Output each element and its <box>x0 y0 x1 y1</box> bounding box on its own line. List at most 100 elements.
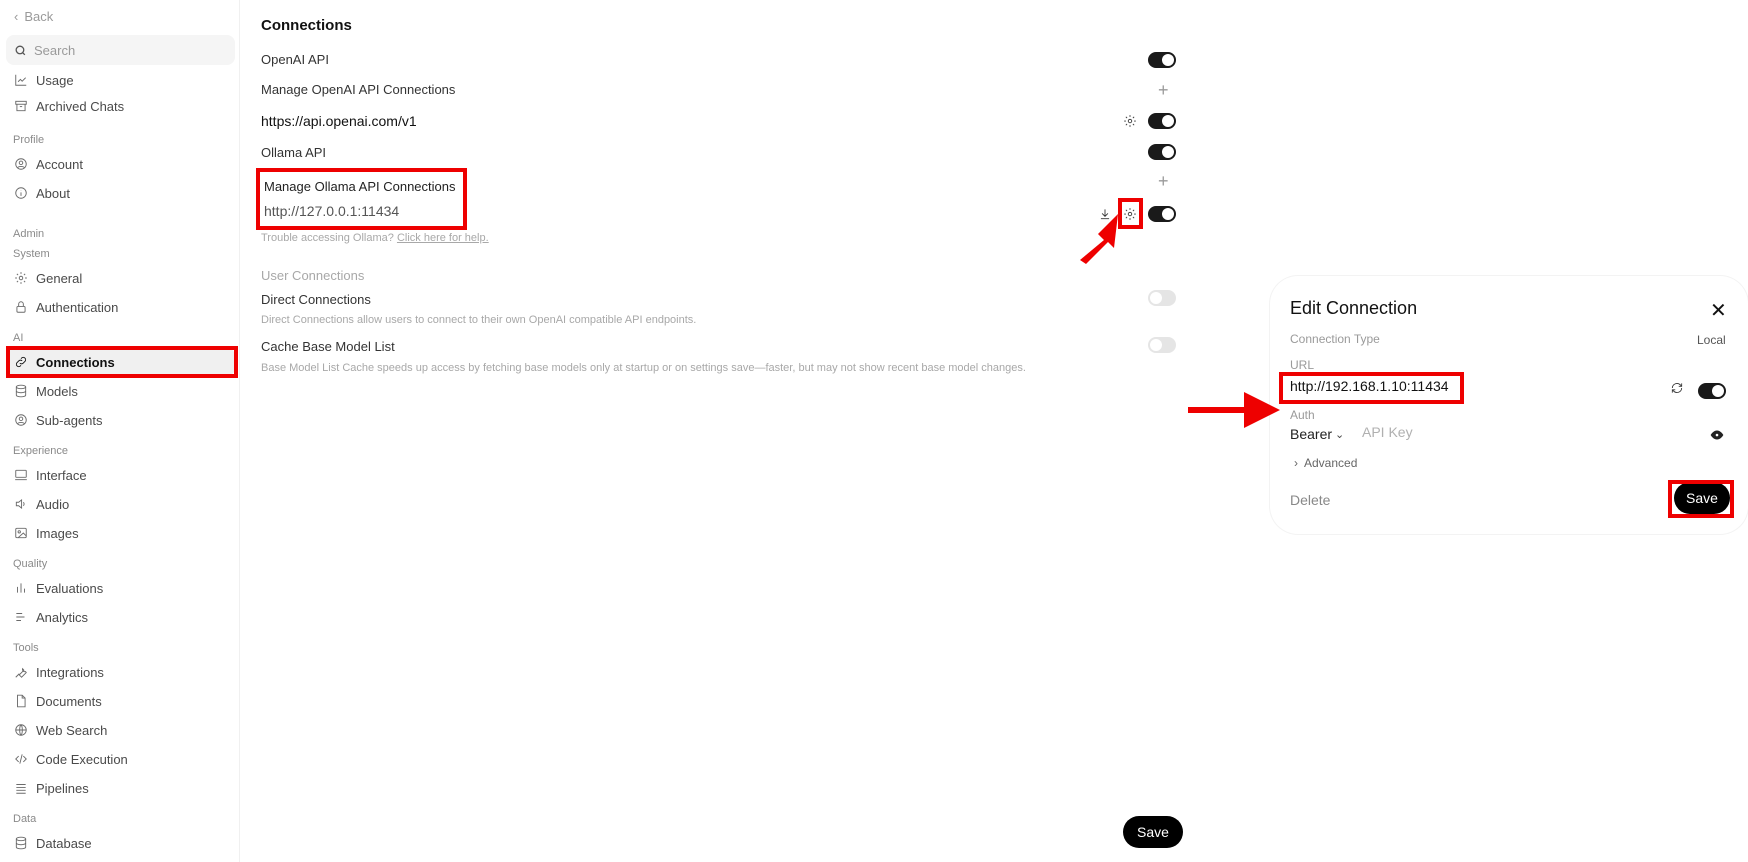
show-key-button[interactable] <box>1710 428 1724 447</box>
lock-icon <box>16 301 26 313</box>
auth-type-value: Bearer <box>1290 426 1333 442</box>
globe-icon <box>15 724 27 736</box>
back-button[interactable]: ‹ Back <box>14 9 53 24</box>
sidebar-item-account[interactable]: Account <box>6 150 235 178</box>
link-icon <box>16 357 26 367</box>
chevron-right-icon: › <box>1294 456 1298 470</box>
page-title: Connections <box>261 17 352 34</box>
url-label: URL <box>1290 358 1315 372</box>
speaker-icon <box>15 498 25 510</box>
modal-save-button[interactable]: Save <box>1674 482 1730 514</box>
connections-panel: Connections OpenAI API Manage OpenAI API… <box>241 0 1201 862</box>
cache-base-model-list-toggle[interactable] <box>1148 337 1176 353</box>
openai-connection-settings-button[interactable] <box>1123 114 1137 133</box>
sidebar-item-label: Web Search <box>36 722 108 738</box>
app-root: ‹ Back Usage Archived Chats Profile Acco… <box>0 0 1748 862</box>
sidebar-item-database[interactable]: Database <box>6 829 235 857</box>
database-icon <box>15 836 27 850</box>
add-openai-connection-button[interactable]: + <box>1158 81 1169 99</box>
direct-connections-desc: Direct Connections allow users to connec… <box>261 314 697 326</box>
user-connections-label: User Connections <box>261 268 365 283</box>
document-icon <box>17 694 26 708</box>
ollama-help-link[interactable]: Click here for help. <box>397 232 489 244</box>
section-ai: AI <box>13 332 24 344</box>
api-key-input[interactable] <box>1362 424 1562 440</box>
ollama-help-text: Trouble accessing Ollama? Click here for… <box>261 232 489 244</box>
sidebar-item-integrations[interactable]: Integrations <box>6 658 235 686</box>
sidebar-item-audio[interactable]: Audio <box>6 490 235 518</box>
eye-icon <box>1710 430 1724 440</box>
cache-base-model-list-desc: Base Model List Cache speeds up access b… <box>261 362 1026 374</box>
delete-button[interactable]: Delete <box>1290 492 1330 508</box>
openai-connection-toggle[interactable] <box>1148 113 1176 129</box>
section-system: System <box>13 248 50 260</box>
sidebar-item-general[interactable]: General <box>6 264 235 292</box>
user-circle-icon <box>15 414 27 426</box>
save-button[interactable]: Save <box>1123 816 1183 848</box>
ollama-api-toggle[interactable] <box>1148 144 1176 160</box>
sidebar-item-label: Database <box>36 835 92 851</box>
sidebar-item-code-execution[interactable]: Code Execution <box>6 745 235 773</box>
sidebar-item-models[interactable]: Models <box>6 377 235 405</box>
ollama-connection-settings-button[interactable] <box>1123 207 1137 226</box>
settings-sidebar: ‹ Back Usage Archived Chats Profile Acco… <box>0 0 240 862</box>
sidebar-item-images[interactable]: Images <box>6 519 235 547</box>
close-icon[interactable]: ✕ <box>1710 298 1727 323</box>
gear-icon <box>1124 115 1136 127</box>
sidebar-item-sub-agents[interactable]: Sub-agents <box>6 406 235 434</box>
section-profile: Profile <box>13 134 45 146</box>
list-chart-icon <box>16 613 25 621</box>
direct-connections-toggle[interactable] <box>1148 290 1176 306</box>
advanced-toggle[interactable]: › Advanced <box>1294 456 1357 470</box>
sidebar-item-documents[interactable]: Documents <box>6 687 235 715</box>
sidebar-item-label: Archived Chats <box>36 98 125 114</box>
section-quality: Quality <box>13 558 48 570</box>
connection-type-value[interactable]: Local <box>1697 333 1726 347</box>
openai-api-label: OpenAI API <box>261 52 329 67</box>
sidebar-item-label: Sub-agents <box>36 412 103 428</box>
section-data: Data <box>13 813 37 825</box>
sidebar-item-interface[interactable]: Interface <box>6 461 235 489</box>
image-icon <box>15 527 27 539</box>
sidebar-item-about[interactable]: About <box>6 179 235 207</box>
section-tools: Tools <box>13 642 39 654</box>
sidebar-item-authentication[interactable]: Authentication <box>6 293 235 321</box>
verify-connection-button[interactable] <box>1670 381 1684 400</box>
ollama-connection-url[interactable]: http://127.0.0.1:11434 <box>264 203 399 219</box>
search-box[interactable] <box>6 35 235 65</box>
sidebar-item-analytics[interactable]: Analytics <box>6 603 235 631</box>
chevron-down-icon: ⌄ <box>1335 428 1345 441</box>
openai-connection-url: https://api.openai.com/v1 <box>261 113 417 129</box>
add-ollama-connection-button[interactable]: + <box>1158 172 1169 190</box>
sidebar-item-usage[interactable]: Usage <box>6 66 235 94</box>
sidebar-item-evaluations[interactable]: Evaluations <box>6 574 235 602</box>
openai-api-toggle[interactable] <box>1148 52 1176 68</box>
url-input[interactable] <box>1290 378 1450 394</box>
layers-icon <box>16 784 26 794</box>
direct-connections-label: Direct Connections <box>261 292 371 307</box>
modal-title: Edit Connection <box>1290 298 1418 318</box>
chevron-left-icon: ‹ <box>14 9 19 24</box>
sidebar-item-archived-chats[interactable]: Archived Chats <box>6 92 235 120</box>
database-icon <box>15 384 27 398</box>
wrench-icon <box>15 667 27 678</box>
search-input[interactable] <box>34 42 224 58</box>
search-icon <box>15 45 26 55</box>
auth-type-select[interactable]: Bearer ⌄ <box>1290 426 1344 442</box>
chart-line-icon <box>15 74 27 86</box>
sidebar-item-label: Audio <box>36 496 70 512</box>
sidebar-item-label: General <box>36 270 83 286</box>
sidebar-item-pipelines[interactable]: Pipelines <box>6 774 235 802</box>
ollama-download-button[interactable] <box>1098 207 1112 226</box>
download-icon <box>1100 209 1110 220</box>
cache-base-model-list-label: Cache Base Model List <box>261 339 395 354</box>
sidebar-item-web-search[interactable]: Web Search <box>6 716 235 744</box>
trouble-text: Trouble accessing Ollama? <box>261 232 394 244</box>
ollama-connection-toggle[interactable] <box>1148 206 1176 222</box>
sidebar-item-label: Documents <box>36 693 102 709</box>
user-circle-icon <box>15 158 27 170</box>
sidebar-item-label: About <box>36 185 70 201</box>
monitor-icon <box>15 469 27 481</box>
sidebar-item-connections[interactable]: Connections <box>6 348 235 376</box>
connection-enabled-toggle[interactable] <box>1698 383 1726 399</box>
